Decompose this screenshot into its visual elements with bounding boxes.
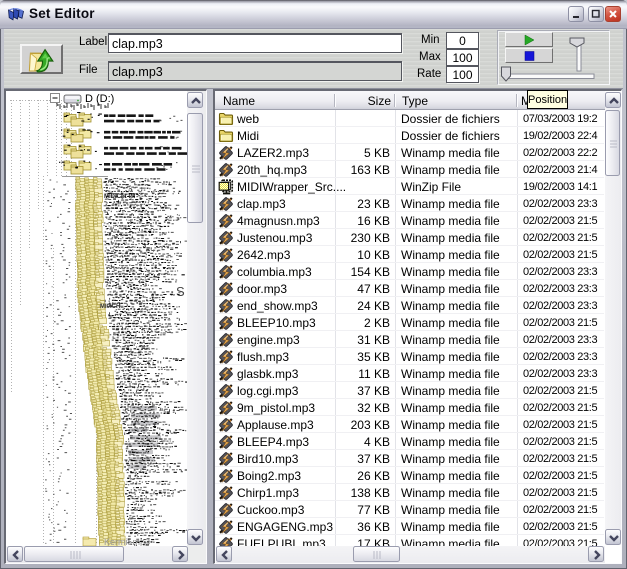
svg-text:D (D:): D (D:)	[85, 93, 114, 105]
svg-text:S: S	[176, 284, 185, 299]
